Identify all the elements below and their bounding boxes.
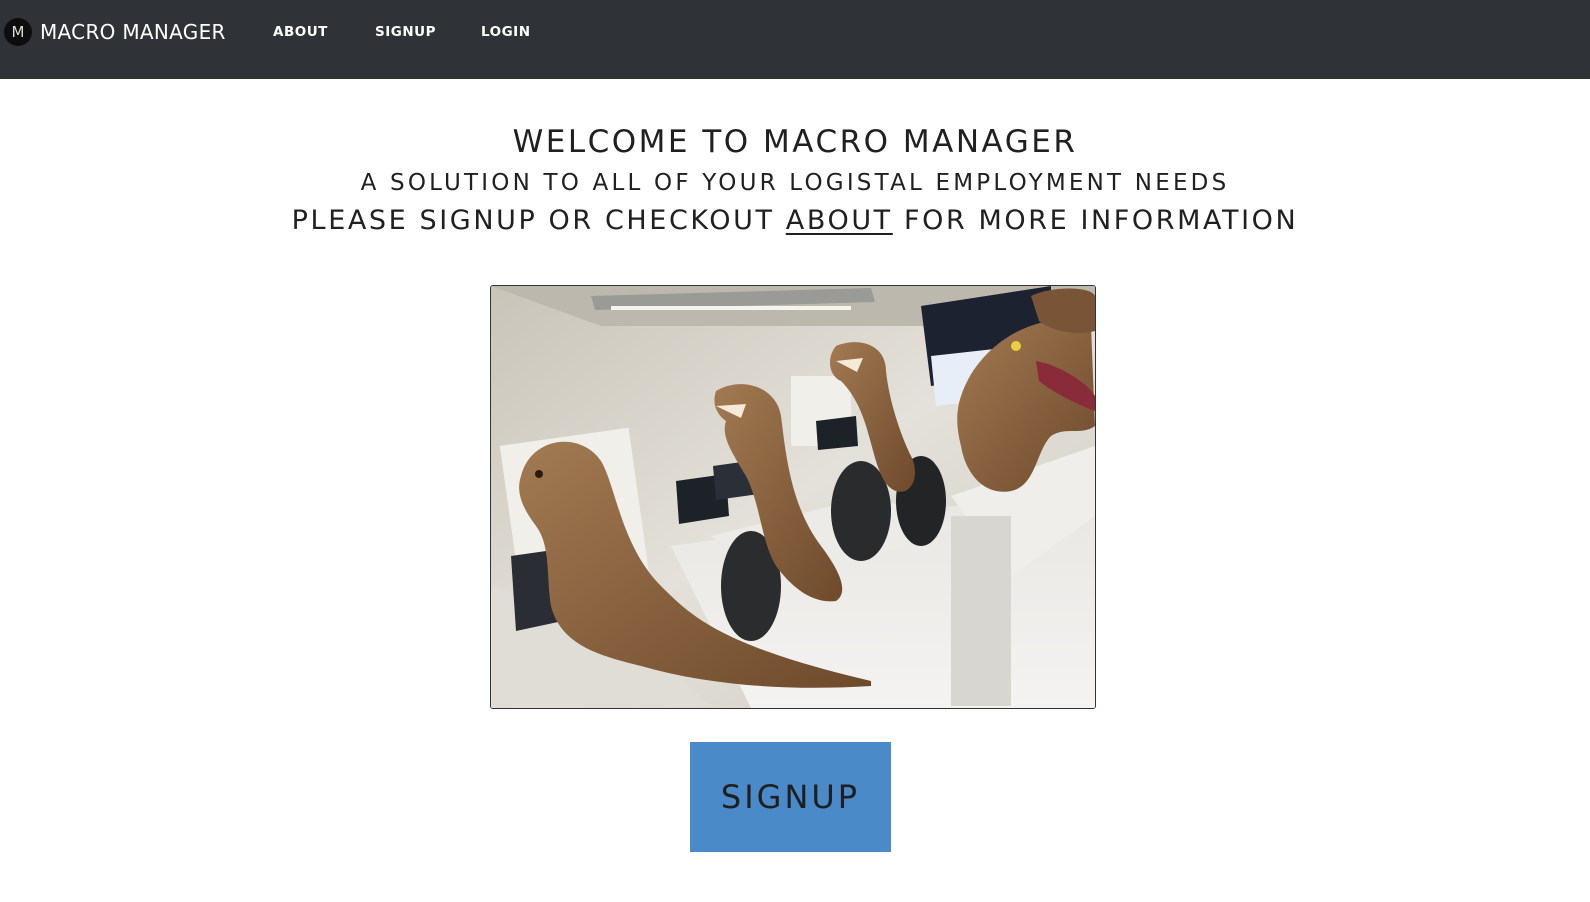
logo-icon: M [4, 18, 32, 46]
signup-button[interactable]: SIGNUP [690, 742, 891, 852]
office-dinosaurs-photo [491, 286, 1095, 708]
navbar: M MACRO MANAGER ABOUT SIGNUP LOGIN [0, 0, 1590, 79]
nav-link-about[interactable]: ABOUT [273, 24, 328, 40]
info-line-before: PLEASE SIGNUP OR CHECKOUT [291, 205, 786, 236]
nav-link-login[interactable]: LOGIN [481, 24, 531, 40]
info-line-after: FOR MORE INFORMATION [892, 205, 1299, 236]
brand-name: MACRO MANAGER [40, 20, 226, 44]
about-inline-link[interactable]: ABOUT [786, 205, 893, 236]
page-title: WELCOME TO MACRO MANAGER [512, 124, 1078, 160]
brand-link[interactable]: M MACRO MANAGER [4, 18, 226, 46]
nav-link-signup[interactable]: SIGNUP [375, 24, 436, 40]
hero-image [490, 285, 1096, 709]
page-subtitle: A SOLUTION TO ALL OF YOUR LOGISTAL EMPLO… [360, 170, 1230, 196]
info-line: PLEASE SIGNUP OR CHECKOUT ABOUT FOR MORE… [0, 205, 1590, 236]
